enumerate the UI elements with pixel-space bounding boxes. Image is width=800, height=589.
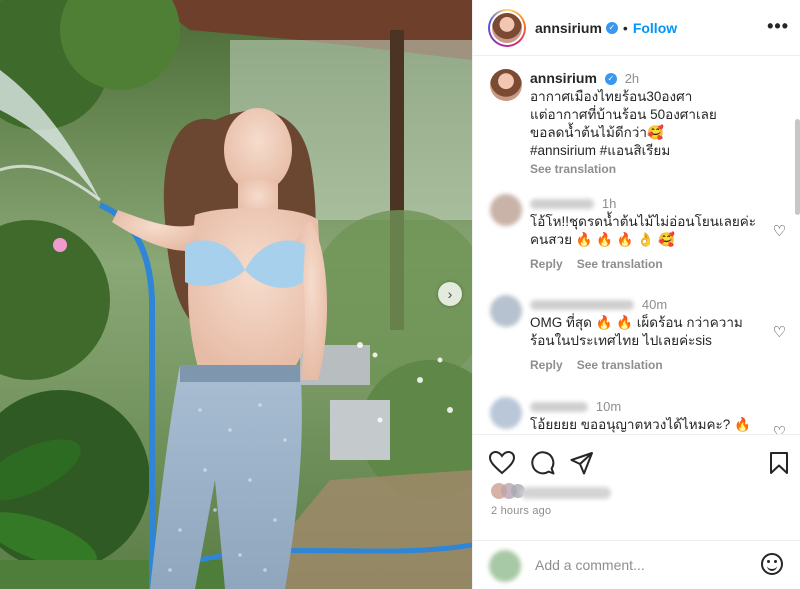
commenter-avatar[interactable] [490, 194, 522, 226]
current-user-avatar [489, 550, 521, 582]
comments-section[interactable]: annsirium ✓ 2h อากาศเมืองไทยร้อน30องศา แ… [473, 57, 800, 434]
comment-time[interactable]: 1h [602, 196, 616, 211]
comment-time[interactable]: 40m [642, 297, 667, 312]
comment-text: โอ้โห!!ชุดรดน้ำต้นไม้ไม่อ่อนโยนเลยค่ะ [530, 214, 757, 229]
reply-button[interactable]: Reply [530, 358, 563, 372]
post-timestamp[interactable]: 2 hours ago [491, 505, 551, 517]
caption-hashtags[interactable]: #annsirium #แอนสิเรียม [530, 142, 770, 160]
add-comment-input[interactable]: Add a comment... [535, 557, 645, 573]
see-translation-link[interactable]: See translation [530, 160, 770, 178]
verified-icon: ✓ [605, 21, 618, 34]
likes-count[interactable] [521, 487, 611, 499]
caption-body: annsirium ✓ 2h อากาศเมืองไทยร้อน30องศา แ… [530, 69, 770, 178]
comment-body: 10m โอ้ยยยย ขออนุญาตหวงได้ไหมคะ? 🔥 [530, 397, 770, 434]
commenter-username[interactable] [530, 402, 588, 413]
comment-text: คนสวย 🔥 🔥 🔥 👌 🥰 [530, 232, 675, 247]
author-avatar[interactable] [488, 8, 526, 47]
see-translation-link[interactable]: See translation [577, 257, 663, 271]
like-comment-heart-icon[interactable]: ♡ [773, 423, 786, 434]
next-image-button[interactable]: › [438, 282, 462, 306]
commenter-username[interactable] [530, 199, 594, 210]
like-heart-icon[interactable] [489, 451, 515, 475]
comment-body: 1h โอ้โห!!ชุดรดน้ำต้นไม้ไม่อ่อนโยนเลยค่ะ… [530, 194, 770, 273]
see-translation-link[interactable]: See translation [577, 358, 663, 372]
comment-text: ร้อนในประเทศไทย ไปเลยค่ะsis [530, 333, 712, 348]
comment-text: OMG ที่สุด 🔥 🔥 เผ็ดร้อน กว่าความ [530, 315, 743, 330]
comments-scrollbar[interactable] [795, 119, 800, 215]
post-image[interactable]: › [0, 0, 472, 589]
post-panel: annsirium ✓ • Follow ••• annsirium ✓ 2h … [472, 0, 800, 589]
author-username[interactable]: annsirium [535, 20, 602, 36]
post-header: annsirium ✓ • Follow ••• [473, 0, 800, 56]
caption-line: แต่อากาศที่บ้านร้อน 50องศาเลย [530, 107, 717, 122]
comment-body: 40m OMG ที่สุด 🔥 🔥 เผ็ดร้อน กว่าความ ร้อ… [530, 295, 770, 374]
commenter-avatar[interactable] [490, 397, 522, 429]
like-comment-heart-icon[interactable]: ♡ [773, 323, 786, 341]
save-bookmark-icon[interactable] [769, 451, 789, 475]
commenter-avatar[interactable] [490, 295, 522, 327]
like-comment-heart-icon[interactable]: ♡ [773, 222, 786, 240]
emoji-icon[interactable] [761, 553, 783, 575]
verified-icon: ✓ [604, 73, 617, 86]
follow-button[interactable]: Follow [633, 20, 677, 36]
comment-meta: Reply See translation [530, 356, 770, 374]
add-comment-row: Add a comment... [473, 540, 800, 589]
comment-time[interactable]: 10m [596, 399, 621, 414]
comment-text: โอ้ยยยย ขออนุญาตหวงได้ไหมคะ? 🔥 [530, 417, 751, 432]
garden-photo [0, 0, 472, 589]
caption-username[interactable]: annsirium [530, 70, 597, 86]
commenter-username[interactable] [530, 300, 634, 311]
liked-by-avatars[interactable] [491, 482, 525, 500]
separator-dot: • [622, 19, 628, 36]
caption-time[interactable]: 2h [625, 71, 639, 86]
reply-button[interactable]: Reply [530, 257, 563, 271]
more-options-icon[interactable]: ••• [767, 16, 789, 37]
caption-line: ขอลดน้ำต้นไม้ดีกว่า🥰 [530, 125, 664, 140]
chevron-right-icon: › [447, 286, 453, 302]
caption-line: อากาศเมืองไทยร้อน30องศา [530, 89, 693, 104]
comment-meta: Reply See translation [530, 255, 770, 273]
share-icon[interactable] [570, 451, 594, 475]
comment-icon[interactable] [531, 451, 555, 475]
caption-avatar[interactable] [490, 69, 522, 101]
avatar-image [490, 10, 524, 45]
